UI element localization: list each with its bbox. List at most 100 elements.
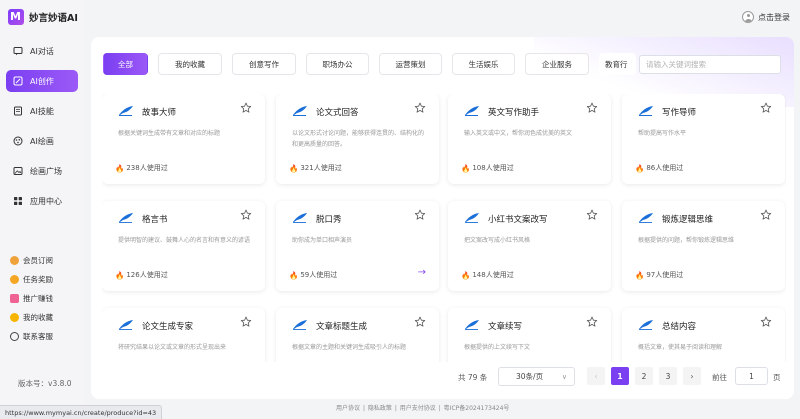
tab-my-favorites[interactable]: 我的收藏 [158, 53, 222, 75]
feather-pen-icon [638, 105, 654, 116]
feather-pen-icon [292, 212, 308, 223]
page-2-button[interactable]: 2 [635, 367, 653, 385]
page-unit-label: 页 [773, 372, 781, 382]
card-usage: 🔥 108人使用过 [461, 163, 514, 173]
fire-icon: 🔥 [115, 163, 125, 173]
card-usage: 🔥 86人使用过 [635, 163, 683, 173]
sidebar-item-ai-create[interactable]: AI创作 [6, 70, 78, 92]
app-card[interactable]: 论文生成专家 将研究结果以论文或文章的形式呈现出来 [102, 308, 265, 362]
app-card[interactable]: 文章续写 根据提供的上文续写下文 [448, 308, 611, 362]
app-card[interactable]: 脱口秀 助你成为单口相声演员 🔥 59人使用过 → [276, 201, 439, 291]
favorite-star-icon[interactable] [760, 209, 772, 221]
app-logo[interactable]: 妙言妙语AI [8, 8, 78, 26]
fire-icon: 🔥 [461, 163, 471, 173]
arrow-right-icon[interactable]: → [418, 267, 426, 278]
sidebar-item-ai-skill[interactable]: AI技能 [6, 100, 78, 122]
page-size-value: 30条/页 [516, 372, 544, 381]
sidebar-item-label: AI技能 [30, 106, 54, 116]
app-card[interactable]: 锻炼逻辑思维 根据提供的问题，帮你锻炼逻辑思维 🔥 97人使用过 [622, 201, 785, 291]
card-title: 文章标题生成 [316, 322, 368, 332]
app-card[interactable]: 写作导师 帮助提高写作水平 🔥 86人使用过 [622, 94, 785, 184]
tab-enterprise[interactable]: 企业服务 [525, 53, 589, 75]
card-description: 以论文形式讨论问题，能够获得连贯的、结构化的和更高质量的回答。 [292, 130, 425, 148]
favorite-star-icon[interactable] [586, 209, 598, 221]
favorite-star-icon[interactable] [760, 316, 772, 328]
footer-icp[interactable]: 粤ICP备2024173424号 [444, 405, 510, 412]
footer-link-payment-agreement[interactable]: 用户支付协议 [400, 405, 436, 412]
secondary-nav: 会员订阅 任务奖励 推广赚钱 我的收藏 联系客服 [10, 252, 80, 347]
sidebar-item-ai-chat[interactable]: AI对话 [6, 40, 78, 62]
tab-creative-writing[interactable]: 创意写作 [232, 53, 296, 75]
sidebar-item-apps[interactable]: 应用中心 [6, 190, 78, 212]
card-description: 帮助提高写作水平 [638, 130, 687, 137]
favorite-star-icon[interactable] [240, 316, 252, 328]
card-description: 根据提供的上文续写下文 [464, 344, 531, 351]
app-card[interactable]: 文章标题生成 根据文章的主题和关键词生成吸引人的标题 [276, 308, 439, 362]
page-size-select[interactable]: 30条/页 ∨ [498, 367, 575, 386]
favorite-star-icon[interactable] [586, 316, 598, 328]
sidebar-item-support[interactable]: 联系客服 [10, 328, 80, 344]
favorite-star-icon[interactable] [414, 209, 426, 221]
search-input[interactable] [639, 55, 781, 74]
app-card[interactable]: 小红书文案改写 把文案改写成小红书风格 🔥 148人使用过 [448, 201, 611, 291]
app-card[interactable]: 总结内容 概括文章，使其易于阅读和理解 [622, 308, 785, 362]
sidebar-item-label: 任务奖励 [23, 274, 53, 284]
footer-link-user-agreement[interactable]: 用户协议 [336, 405, 360, 412]
feather-pen-icon [464, 212, 480, 223]
sidebar-item-ai-paint[interactable]: AI绘画 [6, 130, 78, 152]
app-card[interactable]: 故事大师 根据关键词生成带有文章和对应的标题 🔥 238人使用过 [102, 94, 265, 184]
page-3-button[interactable]: 3 [659, 367, 677, 385]
crown-icon [10, 255, 19, 265]
card-usage-count: 86人使用过 [646, 164, 684, 172]
card-usage: 🔥 126人使用过 [115, 270, 168, 280]
goto-page-input[interactable] [735, 367, 768, 385]
logo-icon [8, 9, 24, 25]
favorite-star-icon[interactable] [586, 102, 598, 114]
card-description: 根据提供的问题，帮你锻炼逻辑思维 [638, 237, 735, 244]
login-button[interactable]: 点击登录 [742, 11, 790, 23]
fire-icon: 🔥 [635, 163, 645, 173]
card-title: 小红书文案改写 [488, 215, 548, 225]
promote-icon [10, 293, 19, 303]
card-description: 概括文章，使其易于阅读和理解 [638, 344, 723, 351]
sidebar-item-label: AI创作 [30, 76, 54, 86]
sidebar-item-label: 会员订阅 [23, 255, 53, 265]
category-tabs: 全部 我的收藏 创意写作 职场办公 运营策划 生活娱乐 企业服务 教育行 [103, 53, 646, 75]
page-1-button[interactable]: 1 [611, 367, 629, 385]
favorite-star-icon[interactable] [414, 316, 426, 328]
app-card[interactable]: 英文写作助手 输入英文或中文，帮你润色成优美的英文 🔥 108人使用过 [448, 94, 611, 184]
sidebar-item-tasks[interactable]: 任务奖励 [10, 271, 80, 287]
card-usage-count: 97人使用过 [646, 271, 684, 279]
sidebar-item-membership[interactable]: 会员订阅 [10, 252, 80, 268]
feather-pen-icon [292, 105, 308, 116]
tab-education[interactable]: 教育行 [599, 53, 636, 75]
favorite-star-icon[interactable] [240, 102, 252, 114]
tab-office[interactable]: 职场办公 [306, 53, 369, 75]
tab-all[interactable]: 全部 [103, 53, 148, 75]
sidebar-item-gallery[interactable]: 绘画广场 [6, 160, 78, 182]
next-page-button[interactable]: › [683, 367, 701, 385]
card-usage: 🔥 59人使用过 [289, 270, 337, 280]
app-card[interactable]: 论文式回答 以论文形式讨论问题，能够获得连贯的、结构化的和更高质量的回答。 🔥 321… [276, 94, 439, 184]
feather-pen-icon [638, 212, 654, 223]
card-usage-count: 59人使用过 [300, 271, 338, 279]
feather-pen-icon [118, 212, 134, 223]
tab-lifestyle[interactable]: 生活娱乐 [452, 53, 515, 75]
sidebar-item-promote[interactable]: 推广赚钱 [10, 290, 80, 306]
card-title: 格言书 [142, 215, 168, 225]
gift-icon [10, 274, 19, 284]
favorite-star-icon[interactable] [414, 102, 426, 114]
footer-links: 用户协议 | 隐私政策 | 用户支付协议 | 粤ICP备2024173424号 [336, 403, 510, 412]
fire-icon: 🔥 [635, 270, 645, 280]
sidebar-item-favorites[interactable]: 我的收藏 [10, 309, 80, 325]
favorite-star-icon[interactable] [760, 102, 772, 114]
footer-link-privacy[interactable]: 隐私政策 [368, 405, 392, 412]
app-card[interactable]: 格言书 提供明智的建议、鼓舞人心的名言和有意义的谚语 🔥 126人使用过 [102, 201, 265, 291]
user-avatar-icon [742, 11, 754, 23]
favorite-star-icon[interactable] [240, 209, 252, 221]
prev-page-button[interactable]: ‹ [587, 367, 605, 385]
card-usage-count: 321人使用过 [300, 164, 342, 172]
card-description: 根据关键词生成带有文章和对应的标题 [118, 130, 221, 137]
tab-operations[interactable]: 运营策划 [379, 53, 442, 75]
skill-icon [13, 106, 23, 116]
